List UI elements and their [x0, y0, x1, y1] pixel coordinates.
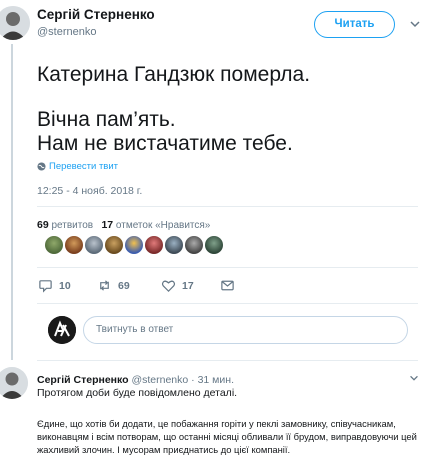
likes-label[interactable]: отметок «Нравится» — [116, 220, 210, 231]
reply-button[interactable]: 10 — [38, 278, 71, 293]
current-user-avatar[interactable] — [48, 316, 76, 344]
liker-avatar[interactable] — [45, 236, 63, 254]
retweets-count[interactable]: 69 — [37, 219, 49, 231]
liker-avatar[interactable] — [105, 236, 123, 254]
thread-line — [11, 44, 13, 360]
author-avatar[interactable] — [0, 6, 30, 40]
chevron-down-icon[interactable] — [408, 372, 420, 384]
retweet-button[interactable]: 69 — [97, 278, 130, 293]
reply-icon — [39, 280, 52, 293]
tweet-text-line-2: Вічна пам’ять. — [37, 108, 176, 131]
reply-author-name[interactable]: Сергій Стерненко — [37, 374, 129, 386]
liker-avatar[interactable] — [145, 236, 163, 254]
divider — [37, 206, 418, 207]
reply-text-line: Протягом доби буде повідомлено деталі. — [37, 387, 238, 399]
tweet-actions: 10 69 17 — [37, 278, 287, 294]
retweet-icon — [100, 280, 109, 291]
like-count: 17 — [182, 279, 194, 292]
likes-count[interactable]: 17 — [101, 219, 113, 231]
liker-avatar[interactable] — [205, 236, 223, 254]
reply-time[interactable]: · 31 мин. — [191, 374, 234, 386]
divider — [37, 267, 418, 268]
translate-link[interactable]: Перевести твит — [37, 161, 118, 172]
liker-avatar[interactable] — [85, 236, 103, 254]
heart-icon — [161, 280, 176, 292]
follow-button[interactable]: Читать — [314, 11, 395, 38]
divider — [37, 360, 418, 361]
reply-input[interactable]: Твитнуть в ответ — [83, 316, 408, 344]
tweet-header: Сергій Стерненко @sternenko Читать — [0, 0, 430, 46]
liker-avatar[interactable] — [165, 236, 183, 254]
divider — [37, 303, 418, 304]
liker-avatar[interactable] — [125, 236, 143, 254]
like-button[interactable]: 17 — [161, 278, 194, 293]
tweet-stats: 69 ретвитов 17 отметок «Нравится» — [37, 219, 210, 231]
reply-author-handle[interactable]: @sternenko — [131, 374, 188, 386]
reply-header: Сергій Стерненко @sternenko · 31 мин. — [37, 374, 234, 386]
retweets-label[interactable]: ретвитов — [51, 220, 93, 231]
author-name[interactable]: Сергій Стерненко — [37, 7, 155, 22]
liker-avatar[interactable] — [65, 236, 83, 254]
tweet-text-line-3: Нам не вистачатиме тебе. — [37, 132, 293, 155]
direct-message-button[interactable] — [220, 278, 235, 293]
tweet-timestamp[interactable]: 12:25 - 4 нояб. 2018 г. — [37, 185, 142, 197]
chevron-down-icon[interactable] — [408, 17, 422, 31]
likers-avatars — [45, 236, 223, 254]
tweet-text-line-1: Катерина Гандзюк померла. — [37, 63, 311, 86]
liker-avatar[interactable] — [185, 236, 203, 254]
translate-label[interactable]: Перевести твит — [49, 161, 118, 172]
retweet-count: 69 — [118, 279, 130, 292]
envelope-icon — [221, 280, 234, 291]
reply-author-avatar[interactable] — [0, 367, 28, 399]
reply-paragraph: Єдине, що хотів би додати, це побажання … — [37, 418, 417, 455]
globe-icon — [37, 162, 46, 171]
author-handle[interactable]: @sternenko — [37, 26, 96, 38]
reply-count: 10 — [59, 279, 71, 292]
